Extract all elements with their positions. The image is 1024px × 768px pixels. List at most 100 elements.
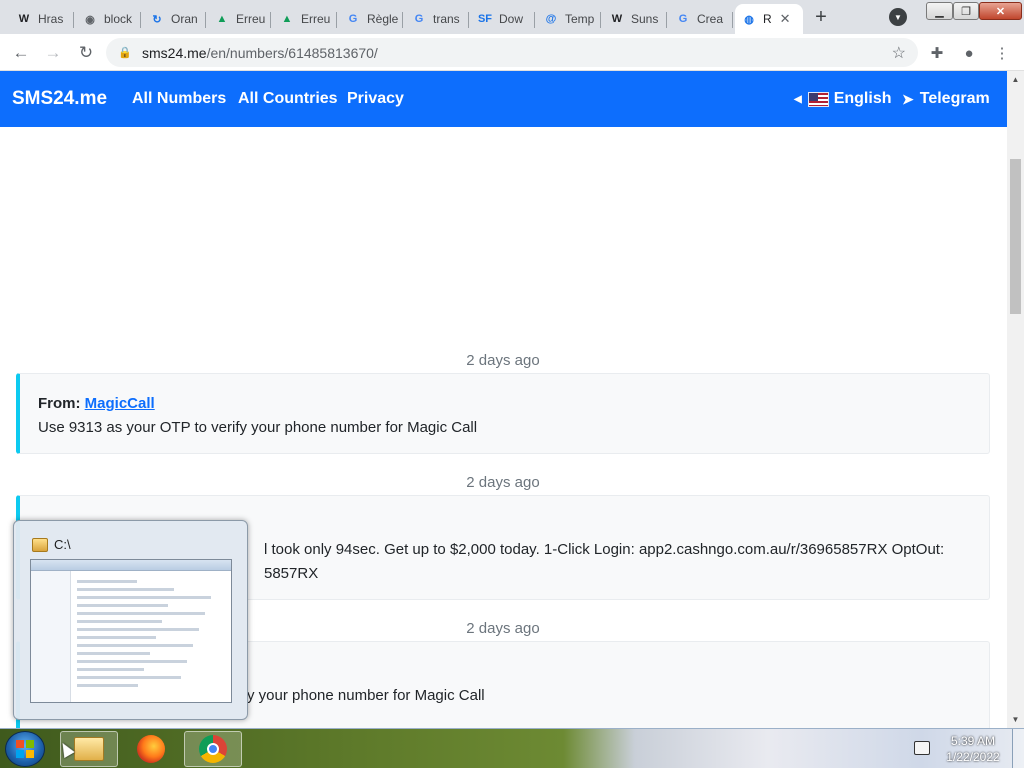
browser-tab[interactable]: ▲ Erreu	[208, 4, 271, 34]
thumbnail-row	[77, 580, 137, 583]
tab-separator	[140, 12, 141, 28]
sourceforge-icon: SF	[477, 13, 493, 25]
message-text: Use 9313 as your OTP to verify your phon…	[38, 419, 478, 436]
lock-icon[interactable]: 🔒	[118, 46, 132, 59]
tab-separator	[205, 12, 206, 28]
sms24-icon: ◍	[744, 13, 754, 26]
start-button[interactable]	[5, 731, 45, 767]
google-drive-icon: ▲	[216, 13, 228, 25]
tab-label: R	[763, 12, 772, 26]
thumbnail-row	[77, 620, 162, 623]
explorer-thumbnail[interactable]	[30, 559, 232, 703]
tab-label: Erreu	[301, 12, 331, 26]
tab-label: Dow	[499, 12, 524, 26]
telegram-plane-icon: ➤	[902, 90, 914, 107]
nav-all-countries[interactable]: All Countries	[238, 90, 338, 108]
browser-tab[interactable]: ↻ Oran	[143, 4, 206, 34]
scroll-thumb[interactable]	[1010, 159, 1021, 314]
minimize-button[interactable]: ▁	[926, 2, 953, 20]
thumbnail-row	[77, 652, 150, 655]
forward-button[interactable]: →	[40, 40, 66, 66]
taskbar-window-preview[interactable]: C:\	[13, 520, 248, 720]
at-icon: @	[545, 13, 557, 25]
browser-tab[interactable]: W Hras	[10, 4, 74, 34]
address-bar[interactable]: 🔒 sms24.me/en/numbers/61485813670/ ☆	[106, 38, 918, 67]
bookmark-star-icon[interactable]: ☆	[892, 43, 906, 63]
browser-tab[interactable]: SF Dow	[471, 4, 535, 34]
page-scrollbar[interactable]: ▲ ▼	[1007, 71, 1024, 728]
tab-separator	[666, 12, 667, 28]
tab-label: Erreu	[236, 12, 266, 26]
firefox-icon	[137, 735, 165, 763]
thumbnail-row	[77, 668, 144, 671]
clock-date: 1/22/2022	[946, 750, 1000, 764]
google-icon: G	[678, 13, 688, 25]
thumbnail-row	[77, 684, 138, 687]
new-tab-button[interactable]: +	[808, 5, 834, 29]
telegram-label: Telegram	[919, 90, 990, 107]
menu-kebab-icon[interactable]: ⋮	[992, 43, 1012, 63]
tab-label: Oran	[171, 12, 198, 26]
tab-label: Règle	[367, 12, 399, 26]
tab-separator	[73, 12, 74, 28]
thumbnail-row	[77, 660, 187, 663]
network-icon[interactable]	[914, 741, 930, 755]
thumbnail-row	[77, 644, 193, 647]
site-navbar: SMS24.me All Numbers All Countries Priva…	[0, 71, 1007, 127]
taskbar-chrome[interactable]	[184, 731, 242, 767]
url-path: /en/numbers/61485813670/	[206, 44, 378, 61]
show-desktop-button[interactable]	[1012, 729, 1024, 768]
language-label: English	[833, 90, 892, 107]
preview-title: C:\	[32, 537, 71, 552]
browser-tab[interactable]: @ Temp	[537, 4, 601, 34]
thumbnail-row	[77, 612, 205, 615]
browser-tab[interactable]: G Règle	[339, 4, 403, 34]
tab-label: Temp	[565, 12, 595, 26]
preview-title-text: C:\	[54, 537, 71, 552]
back-button[interactable]: ←	[8, 40, 34, 66]
tab-separator	[600, 12, 601, 28]
language-dropdown[interactable]: ◀ English	[794, 90, 891, 108]
browser-tab-strip: W Hras ◉ block ↻ Oran ▲ Erreu ▲ Erreu G Règle Gtrans…	[0, 0, 1024, 34]
tab-close-icon[interactable]: ✕	[780, 11, 791, 27]
browser-tab[interactable]: ◉ block	[76, 4, 141, 34]
site-brand[interactable]: SMS24.me	[12, 88, 107, 110]
caret-left-icon: ◀	[794, 93, 802, 105]
tab-separator	[468, 12, 469, 28]
extensions-icon[interactable]: ✚	[927, 43, 947, 63]
window-close-button[interactable]: ✕	[979, 2, 1022, 20]
nav-all-numbers[interactable]: All Numbers	[132, 90, 226, 108]
windows-logo-icon	[16, 740, 34, 758]
tab-label: Suns	[631, 12, 659, 26]
scroll-up-icon[interactable]: ▲	[1007, 71, 1024, 88]
tab-search-icon[interactable]: ▼	[889, 8, 907, 26]
clock-time: 5:39 AM	[950, 734, 996, 748]
thumbnail-row	[77, 676, 181, 679]
message-time: 2 days ago	[466, 352, 540, 369]
nav-privacy[interactable]: Privacy	[347, 90, 404, 108]
thumbnail-row	[77, 596, 211, 599]
telegram-link[interactable]: ➤ Telegram	[902, 90, 990, 108]
taskbar-firefox[interactable]	[122, 731, 180, 767]
browser-toolbar: ← → ↻ 🔒 sms24.me/en/numbers/61485813670/…	[0, 34, 1024, 71]
browser-tab[interactable]: G Crea	[669, 4, 733, 34]
browser-tab[interactable]: W Suns	[603, 4, 667, 34]
globe-icon: ◉	[85, 13, 95, 26]
google-icon: G	[348, 13, 358, 25]
from-label: From:	[38, 395, 81, 412]
scroll-down-icon[interactable]: ▼	[1007, 711, 1024, 728]
tab-separator	[732, 12, 733, 28]
thumbnail-titlebar	[31, 560, 231, 571]
google-drive-icon: ▲	[281, 13, 293, 25]
thumbnail-row	[77, 636, 156, 639]
browser-tab[interactable]: ▲ Erreu	[273, 4, 337, 34]
sender-link[interactable]: MagicCall	[85, 395, 155, 412]
browser-tab[interactable]: Gtrans	[405, 4, 469, 34]
browser-tab[interactable]: ◍ R ✕	[735, 4, 803, 34]
profile-avatar-icon[interactable]: ●	[959, 43, 979, 63]
wikipedia-icon: W	[18, 13, 30, 25]
taskbar-clock[interactable]: 5:39 AM 1/22/2022	[938, 733, 1008, 765]
reload-button[interactable]: ↻	[73, 40, 99, 66]
maximize-button[interactable]: ❐	[953, 2, 979, 20]
wikipedia-icon: W	[611, 13, 623, 25]
